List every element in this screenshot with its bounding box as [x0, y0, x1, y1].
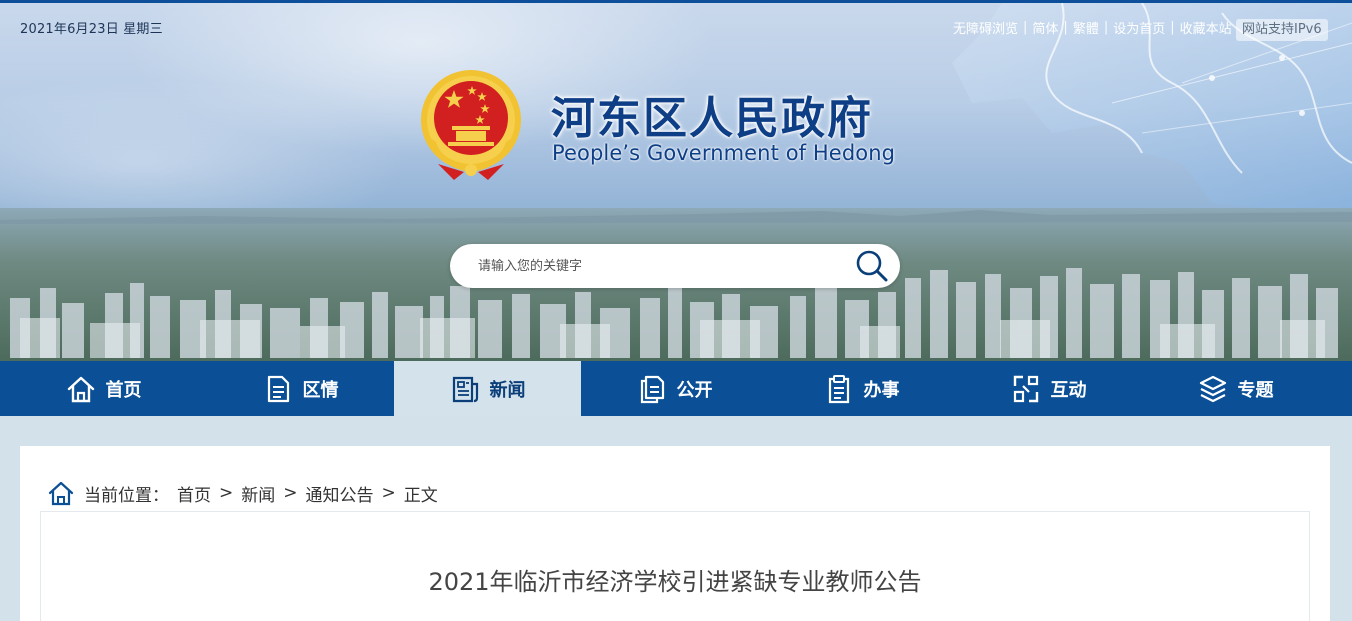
nav-item-topics[interactable]: 专题: [1142, 361, 1329, 416]
search-icon[interactable]: [854, 248, 890, 284]
breadcrumb-label: 当前位置：: [84, 485, 169, 506]
divider: |: [1103, 20, 1109, 35]
home-icon: [67, 376, 94, 402]
nav-item-district[interactable]: 区情: [207, 361, 394, 416]
current-date: 2021年6月23日 星期三: [20, 22, 163, 37]
nav-label: 互动: [1050, 379, 1087, 401]
breadcrumb-separator: >: [283, 483, 298, 503]
nav-label: 首页: [105, 379, 142, 401]
breadcrumb-separator: >: [381, 483, 396, 503]
breadcrumb-current: 正文: [403, 485, 438, 506]
document-icon: [267, 375, 289, 402]
bookmark-link[interactable]: 收藏本站: [1180, 18, 1232, 37]
nav-item-interaction[interactable]: 互动: [955, 361, 1142, 416]
ipv6-badge: 网站支持IPv6: [1236, 19, 1328, 41]
main-nav: 首页 区情 新闻 公开 办事 互动 专题: [0, 361, 1352, 416]
breadcrumb: 当前位置： 首页 > 新闻 > 通知公告 > 正文: [48, 480, 438, 506]
nav-item-open-gov[interactable]: 公开: [581, 361, 768, 416]
site-subtitle: People’s Government of Hedong: [552, 141, 896, 165]
article-box: 2021年临沂市经济学校引进紧缺专业教师公告: [40, 511, 1310, 621]
interact-icon: [1013, 375, 1038, 402]
simplified-chinese-link[interactable]: 简体: [1032, 18, 1058, 37]
nav-label: 办事: [863, 379, 900, 401]
article-title: 2021年临沂市经济学校引进紧缺专业教师公告: [428, 568, 922, 596]
nav-item-news[interactable]: 新闻: [394, 361, 581, 416]
nav-label: 区情: [302, 379, 339, 401]
home-icon: [48, 481, 74, 506]
header-banner: 2021年6月23日 星期三 无障碍浏览 | 简体 | 繁體 | 设为首页 | …: [0, 3, 1352, 361]
accessibility-link[interactable]: 无障碍浏览: [953, 18, 1018, 37]
set-homepage-link[interactable]: 设为首页: [1113, 18, 1165, 37]
nav-label: 新闻: [489, 379, 526, 401]
site-title: 河东区人民政府: [551, 93, 873, 144]
national-emblem-icon: [421, 70, 521, 180]
breadcrumb-news[interactable]: 新闻: [241, 481, 275, 506]
nav-label: 公开: [676, 379, 713, 401]
divider: |: [1063, 20, 1068, 35]
breadcrumb-home[interactable]: 首页: [177, 481, 211, 506]
nav-label: 专题: [1237, 379, 1274, 401]
clipboard-icon: [828, 374, 849, 403]
layers-icon: [1199, 375, 1226, 402]
nav-item-services[interactable]: 办事: [768, 361, 955, 416]
content-panel: 当前位置： 首页 > 新闻 > 通知公告 > 正文 2021年临沂市经济学校引进…: [20, 446, 1330, 621]
files-icon: [640, 375, 664, 403]
top-links: 无障碍浏览 | 简体 | 繁體 | 设为首页 | 收藏本站: [953, 18, 1232, 37]
news-icon: [452, 376, 478, 402]
nav-item-home[interactable]: 首页: [0, 361, 207, 416]
breadcrumb-separator: >: [219, 483, 234, 503]
search-input[interactable]: [478, 244, 848, 288]
divider: |: [1170, 20, 1175, 35]
divider: |: [1023, 20, 1028, 35]
breadcrumb-notices[interactable]: 通知公告: [306, 481, 374, 506]
traditional-chinese-link[interactable]: 繁體: [1073, 18, 1099, 37]
search-bar: [450, 244, 900, 288]
